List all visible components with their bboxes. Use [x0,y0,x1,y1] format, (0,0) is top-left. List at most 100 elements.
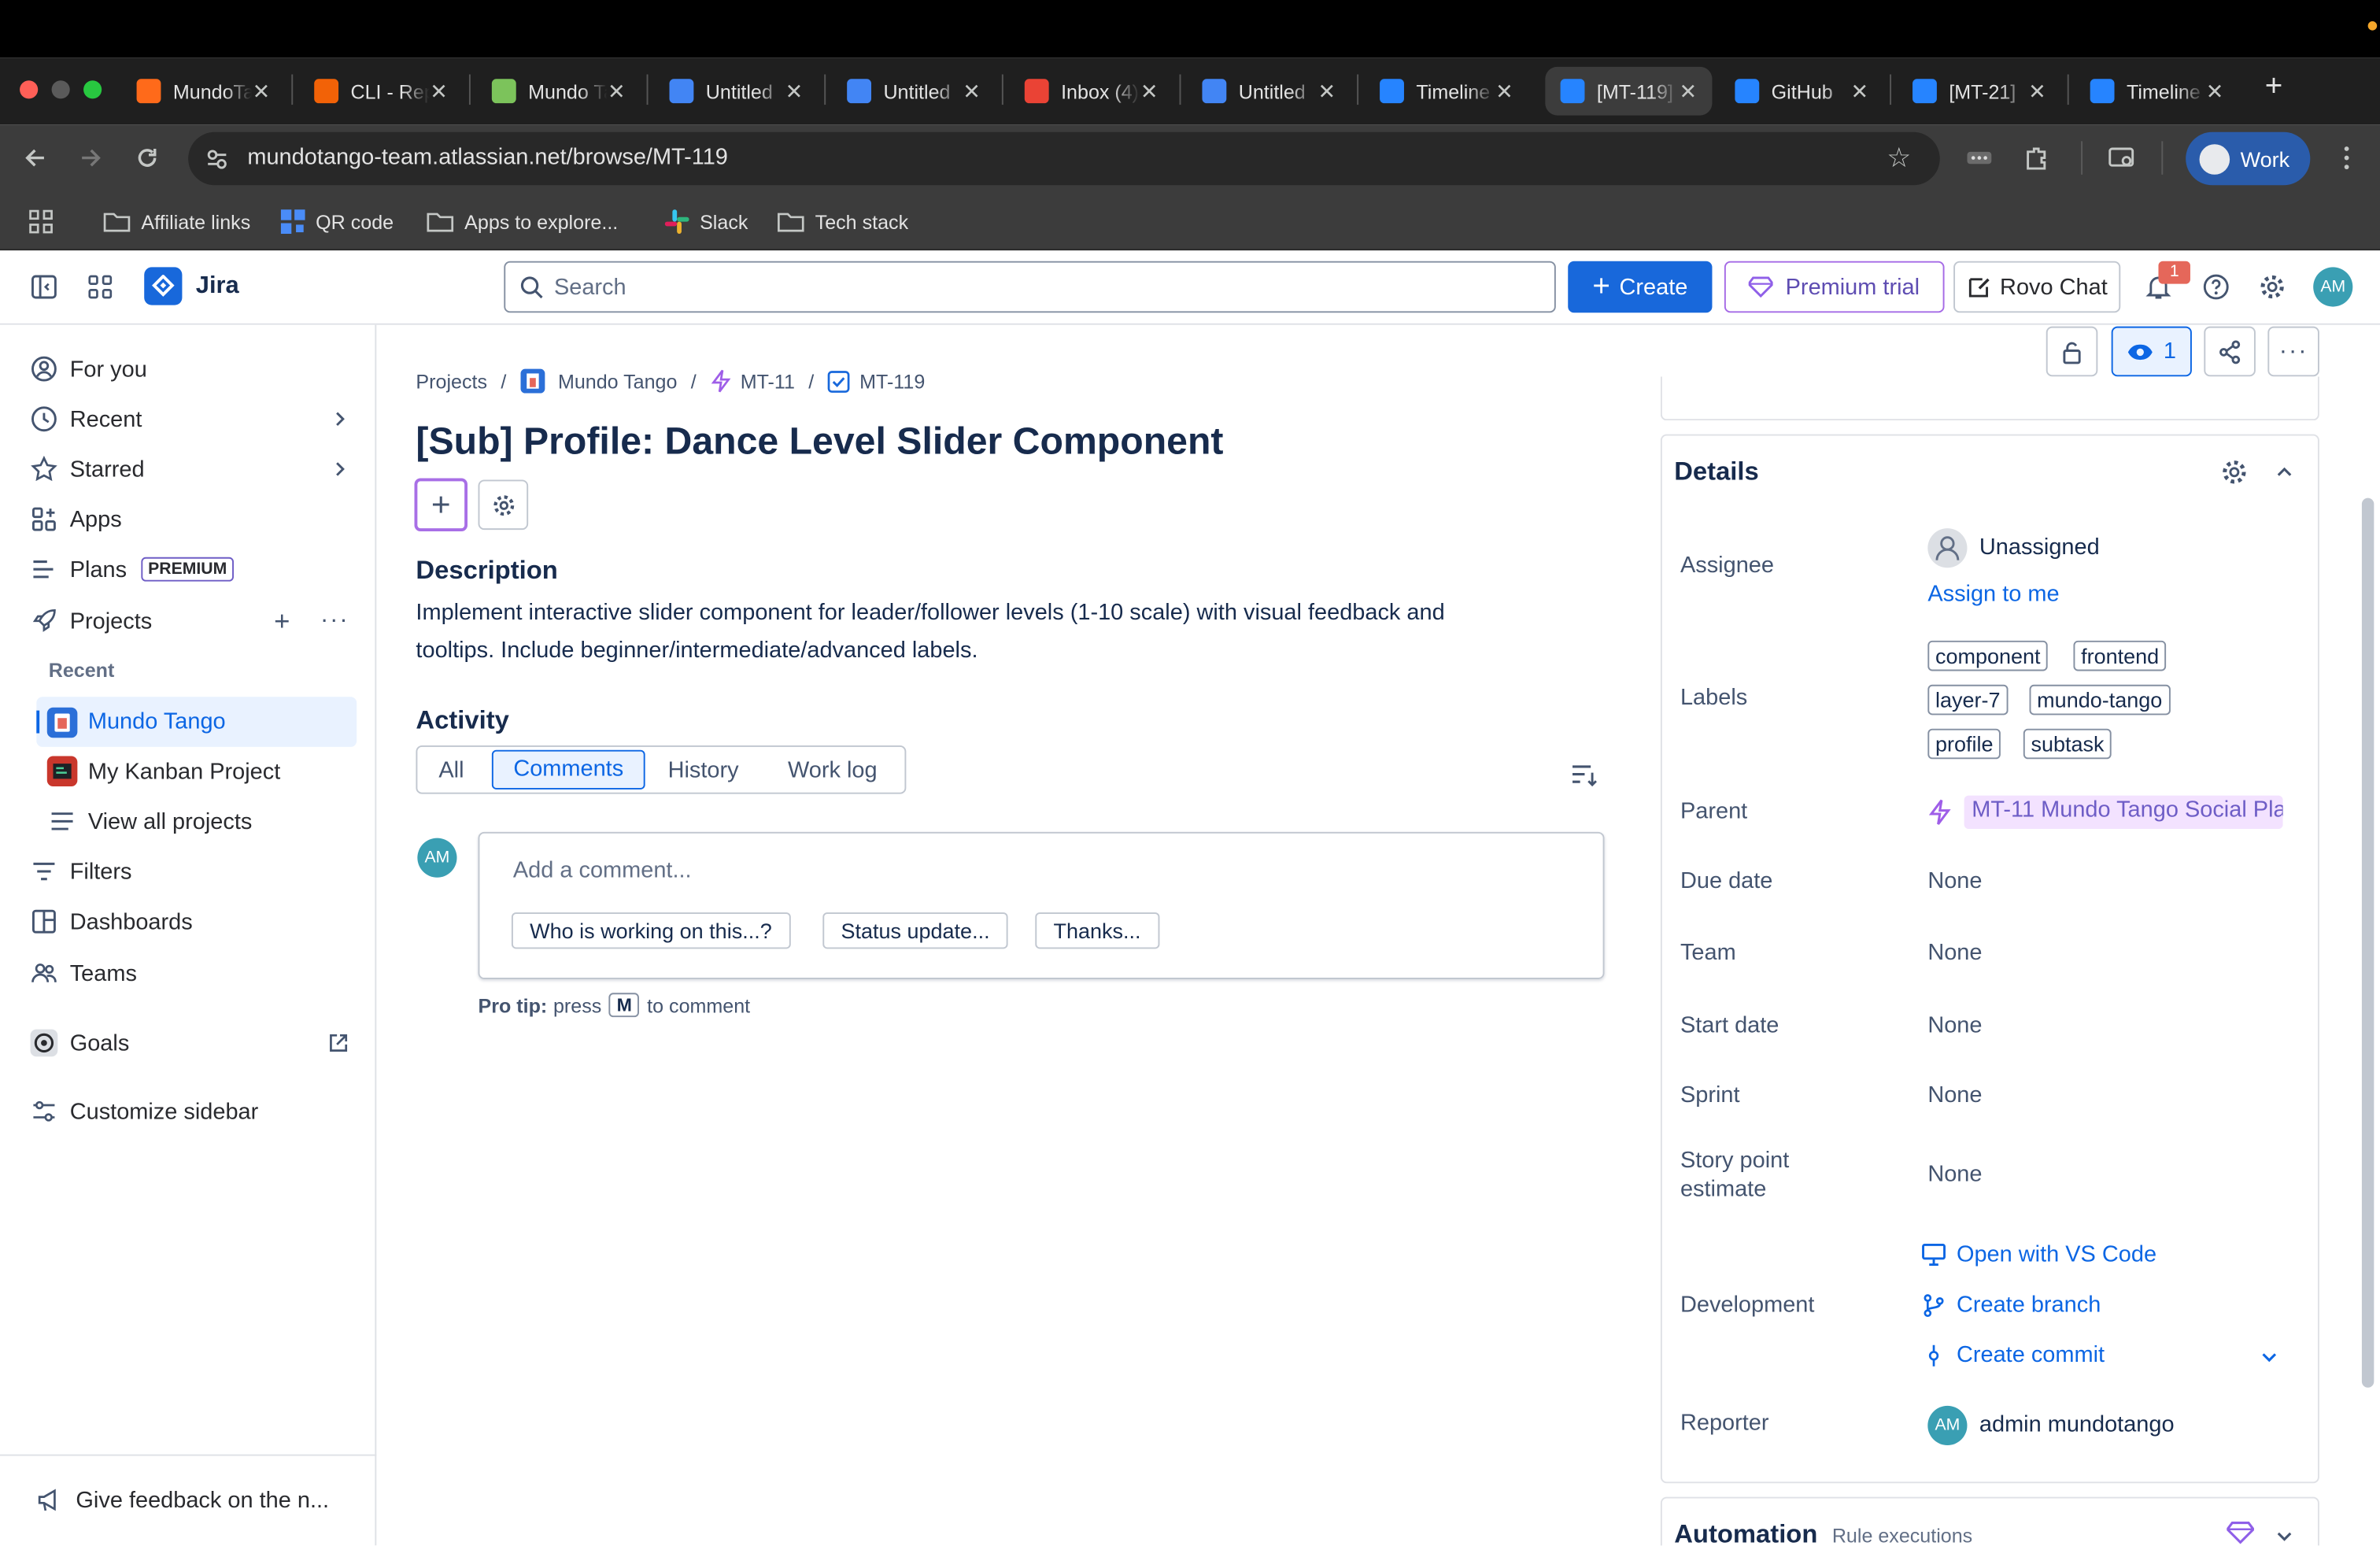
bookmark-tech-stack[interactable]: Tech stack [777,208,908,235]
sidebar-item-apps[interactable]: Apps [31,501,122,537]
label-tag[interactable]: frontend [2073,640,2167,671]
sidebar-item-dashboards[interactable]: Dashboards [31,904,193,940]
chevron-down-icon[interactable] [2275,1527,2293,1545]
bookmark-qr-code[interactable]: QR code [280,208,394,235]
zoom-window-icon[interactable] [83,80,102,99]
sidebar-item-plans[interactable]: Plans PREMIUM [31,551,235,587]
rovo-chat-button[interactable]: Rovo Chat [1953,261,2121,313]
sidebar-item-for-you[interactable]: For you [31,351,147,387]
quick-reply-working[interactable]: Who is working on this...? [511,912,790,949]
tab-close-icon[interactable]: ✕ [1680,78,1698,104]
browser-tab[interactable]: Untitled ✕ [1187,67,1351,116]
issue-title[interactable]: [Sub] Profile: Dance Level Slider Compon… [416,420,1223,464]
create-branch-link[interactable]: Create branch [1922,1292,2101,1318]
breadcrumb-projects[interactable]: Projects [416,370,487,393]
add-project-icon[interactable]: + [274,605,290,638]
tab-history[interactable]: History [668,757,739,783]
page-scrollbar[interactable] [2361,497,2374,1388]
bookmark-affiliate-links[interactable]: Affiliate links [103,208,250,235]
tab-close-icon[interactable]: ✕ [2206,78,2224,104]
sidebar-item-projects[interactable]: Projects + ··· [31,603,349,639]
create-commit-link[interactable]: Create commit [1922,1342,2105,1368]
browser-tab[interactable]: Timeline ✕ [1365,67,1528,116]
story-point-value[interactable]: None [1927,1161,1982,1187]
sidebar-item-filters[interactable]: Filters [31,853,132,890]
label-tag[interactable]: subtask [2023,728,2112,760]
new-tab-button[interactable]: + [2259,72,2289,102]
browser-tab[interactable]: CLI - Replit✕ [299,67,463,116]
quick-reply-thanks[interactable]: Thanks... [1035,912,1159,949]
assignee-value[interactable]: Unassigned [1979,534,2100,560]
breadcrumb-issue-key[interactable]: MT-119 [859,370,925,393]
label-tag[interactable]: component [1927,640,2049,671]
parent-lozenge[interactable]: MT-11 Mundo Tango Social Platform [1964,795,2283,830]
close-window-icon[interactable] [20,80,39,99]
app-switcher-icon[interactable] [87,273,114,301]
tab-close-icon[interactable]: ✕ [608,78,626,104]
comment-placeholder[interactable]: Add a comment... [513,858,692,884]
share-button[interactable] [2204,326,2256,377]
sprint-value[interactable]: None [1927,1082,1982,1108]
label-tag[interactable]: mundo-tango [2029,684,2170,716]
browser-tab[interactable]: Mundo Tango✕ [477,67,641,116]
back-icon[interactable] [21,144,49,172]
restrictions-button[interactable] [2046,326,2098,377]
sidebar-item-mundo-tango[interactable]: Mundo Tango [36,697,357,747]
sort-order-icon[interactable] [1571,764,1598,788]
search-input[interactable]: Search [504,261,1556,313]
bookmark-star-icon[interactable]: ☆ [1887,144,1911,172]
browser-tab[interactable]: GitHub ✕ [1720,67,1883,116]
tab-close-icon[interactable]: ✕ [1850,78,1868,104]
sidebar-item-starred[interactable]: Starred [31,451,349,487]
team-value[interactable]: None [1927,940,1982,966]
bookmark-apps-to-explore[interactable]: Apps to explore... [427,208,618,235]
reload-icon[interactable] [134,144,161,172]
sidebar-toggle-icon[interactable] [31,273,58,301]
chevron-right-icon[interactable] [331,410,349,428]
help-icon[interactable] [2202,273,2230,301]
tab-close-icon[interactable]: ✕ [253,78,271,104]
tab-close-icon[interactable]: ✕ [963,78,981,104]
sidebar-item-goals[interactable]: Goals [30,1025,349,1061]
bookmark-slack[interactable]: Slack [664,208,748,235]
tab-close-icon[interactable]: ✕ [785,78,804,104]
extensions-puzzle-icon[interactable] [2023,144,2051,172]
label-tag[interactable]: profile [1927,728,2001,760]
browser-tab[interactable]: [MT-21] ✕ [1898,67,2061,116]
due-date-value[interactable]: None [1927,868,1982,894]
start-date-value[interactable]: None [1927,1012,1982,1038]
jira-logo[interactable]: Jira [144,267,239,305]
add-button[interactable]: + [414,478,468,532]
create-button[interactable]: + Create [1568,261,1713,313]
external-link-icon[interactable] [328,1032,349,1053]
breadcrumb-parent[interactable]: MT-11 [741,370,795,393]
quick-reply-status[interactable]: Status update... [822,912,1008,949]
site-info-icon[interactable] [203,146,231,173]
user-avatar[interactable]: AM [2313,267,2353,307]
browser-tab[interactable]: Untitled ✕ [654,67,818,116]
feedback-button[interactable]: Give feedback on the n... [36,1481,329,1518]
more-icon[interactable]: ··· [320,607,349,634]
chevron-up-icon[interactable] [2275,463,2293,481]
sidebar-item-kanban[interactable]: My Kanban Project [46,753,280,790]
browser-tab[interactable]: [MT-119] ✕ [1545,66,1713,116]
comment-box[interactable]: Add a comment... Who is working on this.… [478,831,1605,979]
tab-close-icon[interactable]: ✕ [1318,78,1336,104]
extension-icon[interactable] [1966,144,1994,172]
description-text[interactable]: Implement interactive slider component f… [416,594,1444,669]
chevron-down-icon[interactable] [2260,1348,2278,1367]
browser-tab[interactable]: Inbox (4) ✕ [1010,67,1173,116]
address-bar[interactable]: mundotango-team.atlassian.net/browse/MT-… [188,131,1940,186]
reporter-value[interactable]: admin mundotango [1979,1412,2175,1438]
sidebar-item-teams[interactable]: Teams [31,955,137,991]
breadcrumb-project[interactable]: Mundo Tango [558,370,677,393]
premium-trial-button[interactable]: Premium trial [1724,261,1945,313]
browser-tab[interactable]: MundoTango✕ [121,67,285,116]
tab-all[interactable]: All [438,757,464,783]
minimize-window-icon[interactable] [51,80,70,99]
apps-button[interactable] [478,479,529,531]
watch-button[interactable]: 1 [2111,326,2192,377]
url-text[interactable]: mundotango-team.atlassian.net/browse/MT-… [247,144,728,170]
tab-close-icon[interactable]: ✕ [1140,78,1159,104]
tab-close-icon[interactable]: ✕ [2028,78,2046,104]
